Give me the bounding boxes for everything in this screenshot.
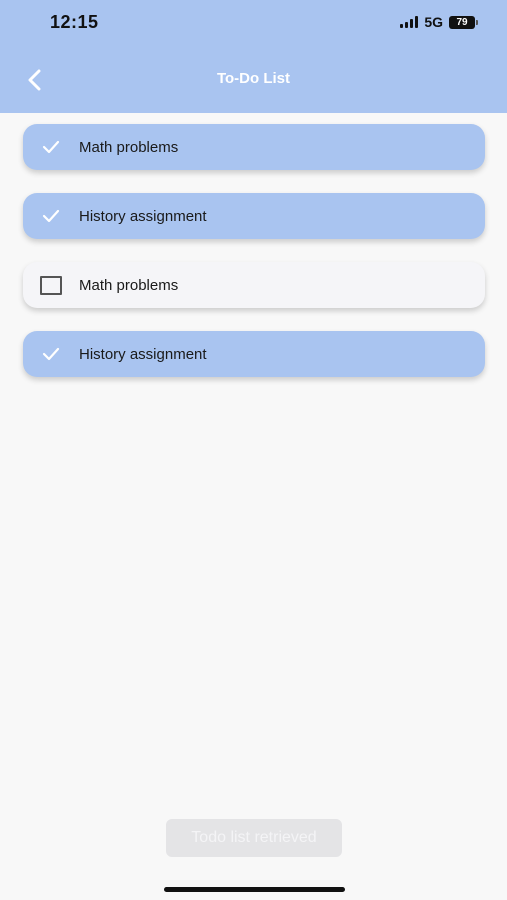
todo-label: Math problems xyxy=(79,138,179,156)
todo-label: History assignment xyxy=(79,207,207,225)
app-header: 12:15 5G 79 To-Do List xyxy=(0,0,507,113)
todo-label: Math problems xyxy=(79,276,179,294)
status-time: 12:15 xyxy=(50,12,99,32)
todo-item[interactable]: History assignment xyxy=(23,331,485,377)
checkmark-icon xyxy=(42,209,60,223)
todo-checkbox[interactable] xyxy=(23,209,79,223)
todo-checkbox[interactable] xyxy=(23,140,79,154)
todo-item[interactable]: History assignment xyxy=(23,193,485,239)
unchecked-box-icon xyxy=(40,275,62,295)
status-icons: 5G 79 xyxy=(400,14,478,30)
toast-message: Todo list retrieved xyxy=(166,819,342,857)
todo-checkbox[interactable] xyxy=(23,347,79,361)
home-indicator[interactable] xyxy=(164,887,345,892)
todo-item[interactable]: Math problems xyxy=(23,124,485,170)
todo-label: History assignment xyxy=(79,345,207,363)
signal-icon xyxy=(400,16,419,28)
todo-item[interactable]: Math problems xyxy=(23,262,485,308)
battery-icon: 79 xyxy=(449,15,478,29)
todo-list: Math problems History assignment Math pr… xyxy=(23,124,485,400)
todo-checkbox[interactable] xyxy=(23,275,79,295)
checkmark-icon xyxy=(42,347,60,361)
checkmark-icon xyxy=(42,140,60,154)
network-label: 5G xyxy=(424,14,443,30)
page-title: To-Do List xyxy=(216,70,291,87)
